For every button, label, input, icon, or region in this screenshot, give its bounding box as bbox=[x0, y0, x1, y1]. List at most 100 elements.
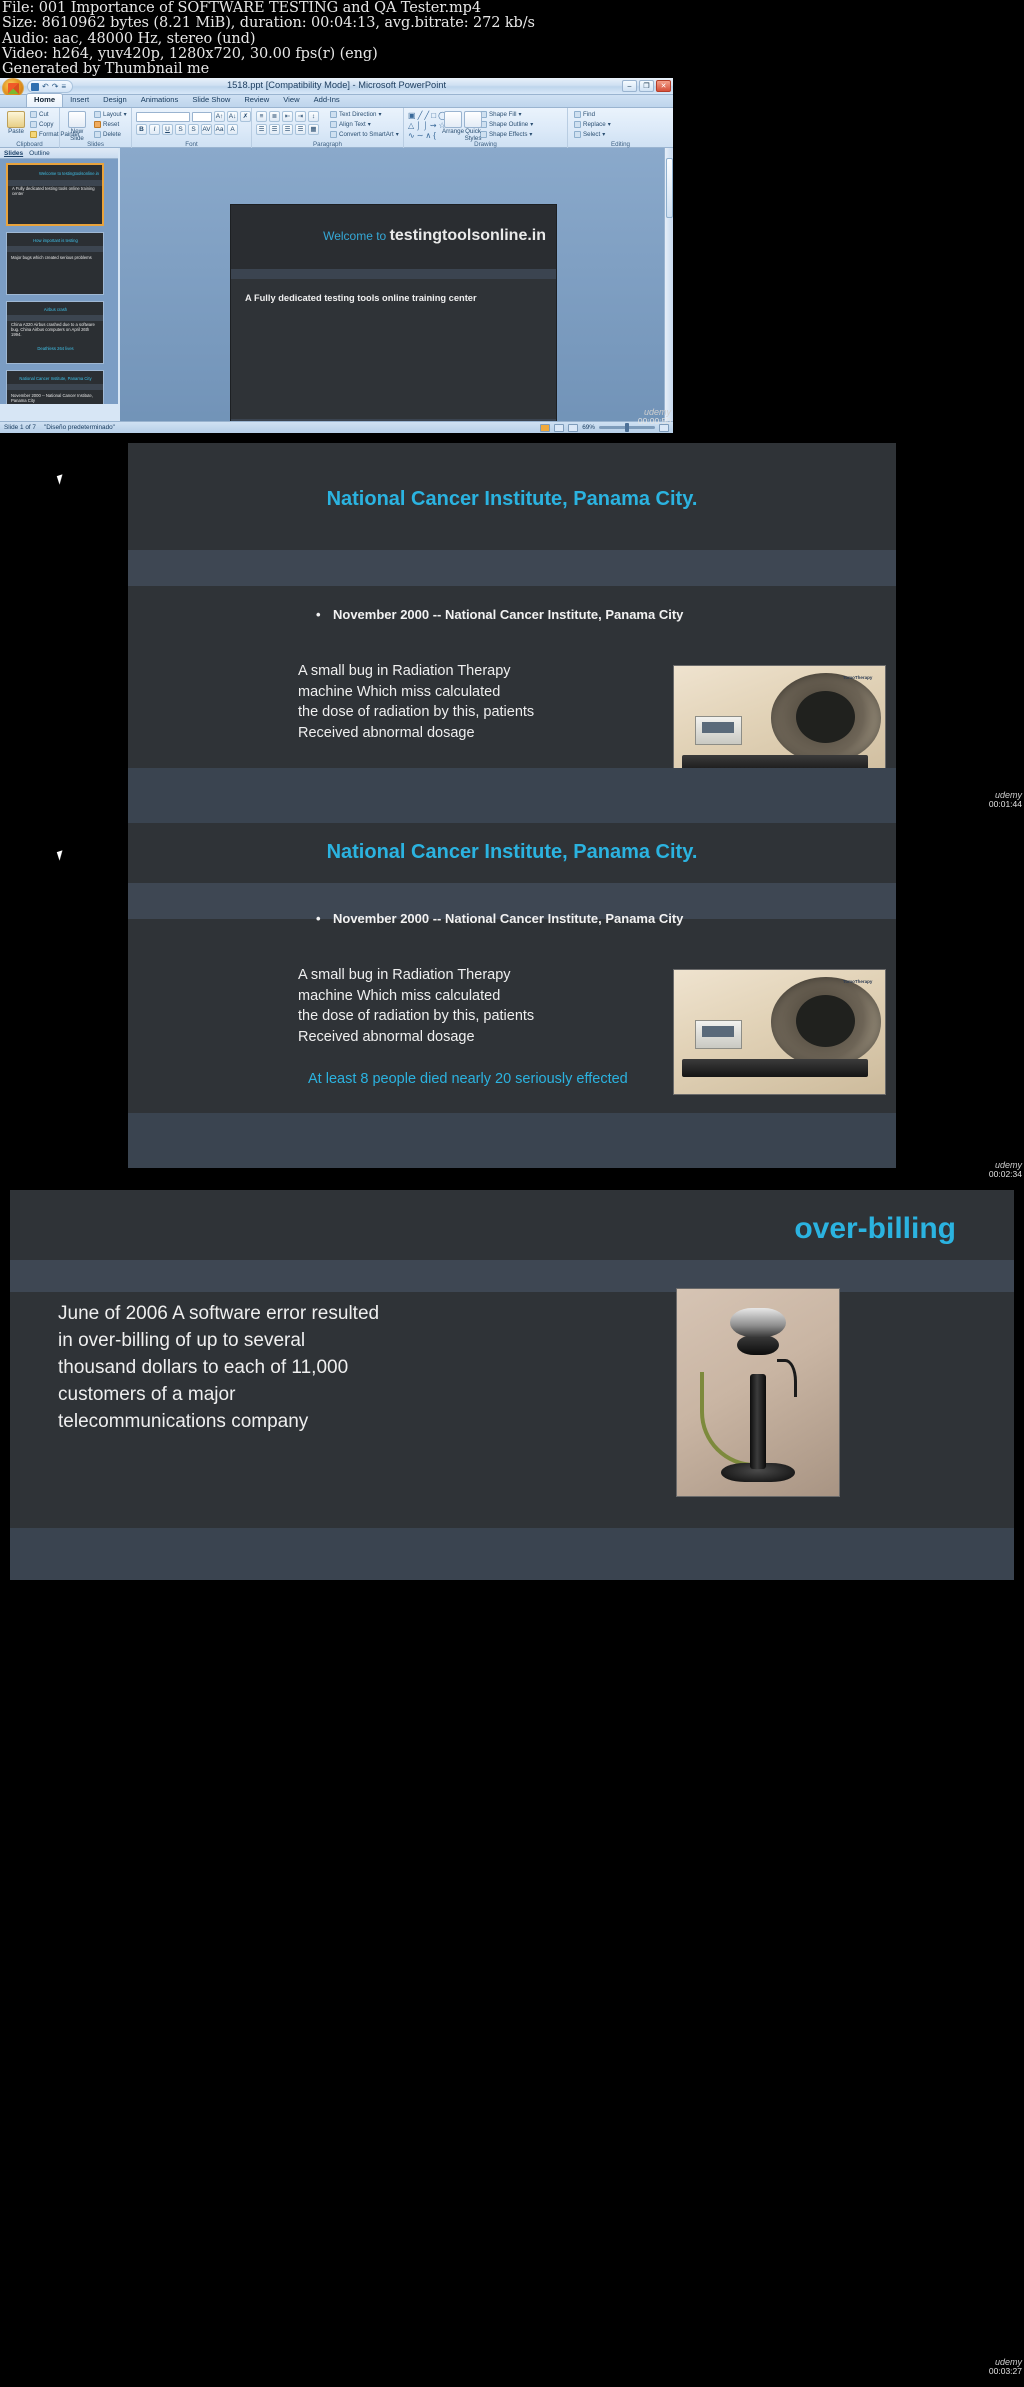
mouse-cursor-arrow-3 bbox=[56, 850, 66, 861]
quick-styles-button[interactable]: Quick Styles bbox=[462, 110, 484, 142]
thumb2-band bbox=[7, 246, 103, 252]
file-info-line-generator: Generated by Thumbnail me bbox=[2, 61, 210, 78]
textbox-shape-icon[interactable]: ▣ bbox=[408, 111, 416, 120]
view-slide-sorter-button[interactable] bbox=[554, 423, 565, 432]
arrange-button[interactable]: Arrange bbox=[442, 110, 464, 135]
bullets-button[interactable]: ≡ bbox=[256, 111, 267, 122]
slide4-body: June of 2006 A software error resulted i… bbox=[58, 1303, 380, 1432]
panel-tab-slides[interactable]: Slides bbox=[4, 150, 23, 157]
minimize-button[interactable]: – bbox=[622, 80, 637, 92]
tab-add-ins[interactable]: Add-Ins bbox=[307, 94, 347, 107]
tab-review[interactable]: Review bbox=[237, 94, 276, 107]
rectangle-shape-icon[interactable]: □ bbox=[431, 111, 436, 120]
new-slide-button[interactable]: New Slide bbox=[64, 110, 90, 142]
align-text-icon bbox=[330, 121, 337, 128]
tab-design[interactable]: Design bbox=[96, 94, 134, 107]
tab-insert[interactable]: Insert bbox=[63, 94, 96, 107]
telephone-mouthpiece bbox=[736, 1334, 780, 1356]
columns-button[interactable]: ▦ bbox=[308, 124, 319, 135]
replace-button[interactable]: Replace ▾ bbox=[574, 121, 611, 128]
frame2-watermark: udemy 00:01:44 bbox=[989, 791, 1022, 809]
shrink-font-button[interactable]: A↓ bbox=[227, 111, 238, 122]
slide-thumbnail-1[interactable]: Welcome to testingtoolsonline.in A Fully… bbox=[6, 163, 104, 226]
current-slide[interactable]: Welcome to testingtoolsonline.in A Fully… bbox=[230, 204, 557, 433]
delete-slide-button[interactable]: Delete bbox=[94, 131, 121, 138]
slide-thumbnail-panel[interactable]: Welcome to testingtoolsonline.in A Fully… bbox=[0, 159, 118, 404]
brace-shape-icon[interactable]: { bbox=[433, 131, 436, 140]
cut-button[interactable]: Cut bbox=[30, 111, 49, 118]
close-button[interactable]: ✕ bbox=[656, 80, 671, 92]
font-size-combo[interactable] bbox=[192, 111, 212, 122]
elbow-arrow-icon[interactable]: ⌡ bbox=[423, 121, 428, 130]
ribbon-group-slides: New Slide Layout ▾ Reset Delete Slides bbox=[60, 108, 132, 148]
ribbon-group-label-font: Font bbox=[185, 141, 198, 148]
slide-thumbnail-2[interactable]: How important is testing Major bugs whic… bbox=[6, 232, 104, 295]
restore-button[interactable]: ❐ bbox=[639, 80, 654, 92]
slide-thumbnail-4[interactable]: National Cancer Institute, Panama City N… bbox=[6, 370, 104, 404]
find-button[interactable]: Find bbox=[574, 111, 595, 118]
tab-slide-show[interactable]: Slide Show bbox=[185, 94, 237, 107]
shape-gallery-row3[interactable]: ∿ ∼ ∧ { bbox=[408, 131, 436, 140]
paste-button[interactable]: Paste bbox=[3, 110, 29, 135]
layout-button[interactable]: Layout ▾ bbox=[94, 111, 127, 118]
vertical-scrollbar[interactable] bbox=[664, 148, 673, 433]
freeform-shape-icon[interactable]: ∿ bbox=[408, 131, 415, 140]
clear-formatting-button[interactable]: ✗ bbox=[240, 111, 251, 122]
arc-shape-icon[interactable]: ∧ bbox=[425, 131, 431, 140]
text-direction-button[interactable]: Text Direction ▾ bbox=[330, 111, 382, 118]
elbow-connector-icon[interactable]: ⌡ bbox=[416, 121, 421, 130]
underline-button[interactable]: U bbox=[162, 124, 173, 135]
slide4-title: over-billing bbox=[794, 1212, 956, 1245]
decrease-indent-button[interactable]: ⇤ bbox=[282, 111, 293, 122]
zoom-slider[interactable] bbox=[599, 423, 655, 432]
shape-gallery-row2[interactable]: △ ⌡ ⌡ ⇝ ☆ bbox=[408, 121, 446, 130]
panel-tab-outline[interactable]: Outline bbox=[29, 150, 50, 157]
shape-outline-button[interactable]: Shape Outline ▾ bbox=[480, 121, 533, 128]
strikethrough-button[interactable]: S bbox=[175, 124, 186, 135]
line-shape-icon[interactable]: ╱ bbox=[418, 111, 423, 120]
copy-button[interactable]: Copy bbox=[30, 121, 53, 128]
align-left-button[interactable]: ☰ bbox=[256, 124, 267, 135]
shadow-button[interactable]: S bbox=[188, 124, 199, 135]
reset-button[interactable]: Reset bbox=[94, 121, 119, 128]
shape-effects-button[interactable]: Shape Effects ▾ bbox=[480, 131, 533, 138]
bold-button[interactable]: B bbox=[136, 124, 147, 135]
tab-animations[interactable]: Animations bbox=[134, 94, 186, 107]
font-family-combo[interactable] bbox=[136, 111, 190, 122]
view-normal-button[interactable] bbox=[540, 423, 551, 432]
numbering-button[interactable]: ≣ bbox=[269, 111, 280, 122]
character-spacing-button[interactable]: AV bbox=[201, 124, 212, 135]
ribbon-group-label-paragraph: Paragraph bbox=[313, 141, 342, 148]
align-text-button[interactable]: Align Text ▾ bbox=[330, 121, 371, 128]
slide-editing-area[interactable]: Welcome to testingtoolsonline.in A Fully… bbox=[120, 148, 673, 433]
font-color-button[interactable]: A bbox=[227, 124, 238, 135]
triangle-shape-icon[interactable]: △ bbox=[408, 121, 414, 130]
block-arrow-shape-icon[interactable]: ⇝ bbox=[430, 121, 437, 130]
file-info-line-size: Size: 8610962 bytes (8.21 MiB), duration… bbox=[2, 15, 535, 32]
tab-home[interactable]: Home bbox=[26, 93, 64, 107]
slide-thumbnail-3[interactable]: Airbus crash China A320 Airbus crashed d… bbox=[6, 301, 104, 364]
new-slide-label: New Slide bbox=[70, 128, 84, 142]
status-bar: Slide 1 of 7 "Diseño predeterminado" 69% bbox=[0, 421, 673, 433]
view-slideshow-button[interactable] bbox=[568, 423, 579, 432]
tab-view[interactable]: View bbox=[276, 94, 306, 107]
ribbon-group-label-slides: Slides bbox=[87, 141, 104, 148]
arrow-shape-icon[interactable]: ╱ bbox=[424, 111, 429, 120]
curve-shape-icon[interactable]: ∼ bbox=[417, 131, 424, 140]
increase-indent-button[interactable]: ⇥ bbox=[295, 111, 306, 122]
frame1-timestamp: 00:00:50 bbox=[637, 416, 671, 426]
change-case-button[interactable]: Aa bbox=[214, 124, 225, 135]
thumb4-band bbox=[7, 384, 103, 390]
shape-fill-button[interactable]: Shape Fill ▾ bbox=[480, 111, 522, 118]
grow-font-button[interactable]: A↑ bbox=[214, 111, 225, 122]
align-right-button[interactable]: ☰ bbox=[282, 124, 293, 135]
line-spacing-button[interactable]: ↕ bbox=[308, 111, 319, 122]
slide-counter: Slide 1 of 7 bbox=[4, 424, 36, 431]
justify-button[interactable]: ☰ bbox=[295, 124, 306, 135]
scrollbar-thumb[interactable] bbox=[666, 158, 673, 218]
select-button[interactable]: Select ▾ bbox=[574, 131, 605, 138]
align-center-button[interactable]: ☰ bbox=[269, 124, 280, 135]
italic-button[interactable]: I bbox=[149, 124, 160, 135]
slide2-body: A small bug in Radiation Therapy machine… bbox=[298, 663, 535, 741]
convert-to-smartart-button[interactable]: Convert to SmartArt ▾ bbox=[330, 131, 399, 138]
